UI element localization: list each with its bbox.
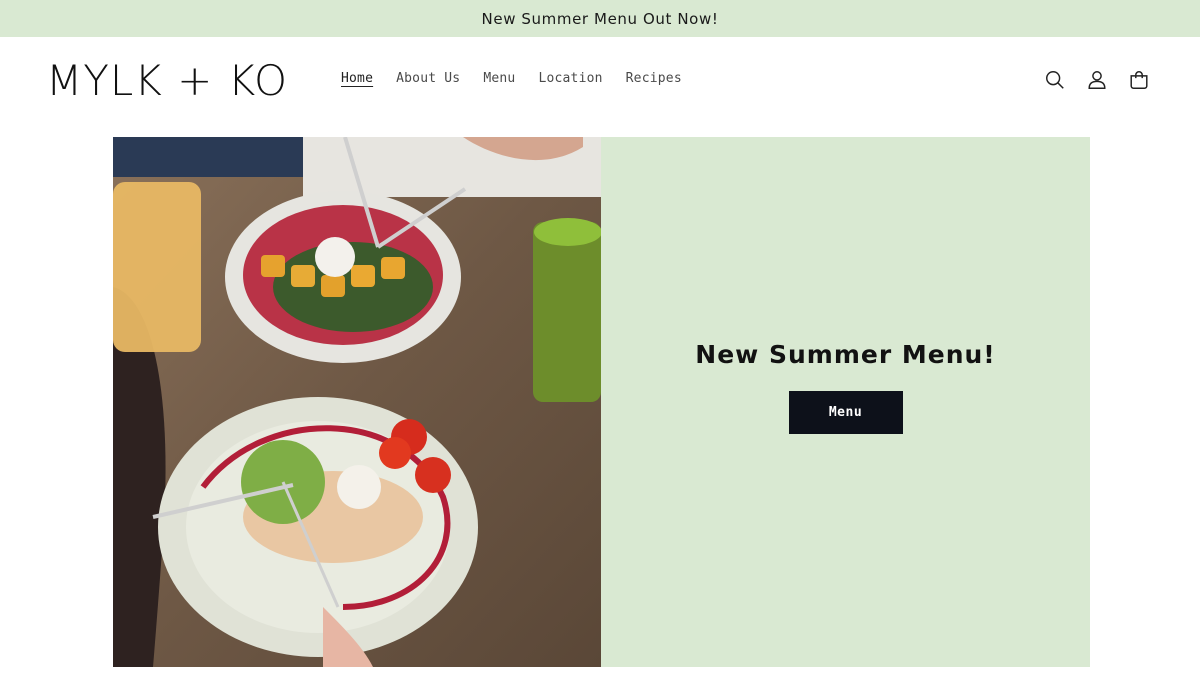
nav-location[interactable]: Location xyxy=(538,71,602,86)
site-header: MYLK + KO Home About Us Menu Location Re… xyxy=(0,37,1200,125)
search-icon[interactable] xyxy=(1044,69,1066,91)
account-icon[interactable] xyxy=(1086,69,1108,91)
logo[interactable]: MYLK + KO xyxy=(46,56,288,106)
menu-button[interactable]: Menu xyxy=(788,391,903,434)
announcement-text: New Summer Menu Out Now! xyxy=(481,9,719,28)
announcement-bar: New Summer Menu Out Now! xyxy=(0,0,1200,37)
hero-banner: New Summer Menu! Menu xyxy=(113,137,1090,667)
hero-title: New Summer Menu! xyxy=(695,340,996,369)
food-photo-illustration xyxy=(113,137,601,667)
hero-food-image xyxy=(113,137,601,667)
nav-recipes[interactable]: Recipes xyxy=(626,71,682,86)
main-nav: Home About Us Menu Location Recipes xyxy=(341,71,705,86)
hero-text-panel: New Summer Menu! Menu xyxy=(601,137,1090,667)
header-icons xyxy=(1044,69,1150,91)
cart-icon[interactable] xyxy=(1128,69,1150,91)
nav-home[interactable]: Home xyxy=(341,71,373,86)
nav-about-us[interactable]: About Us xyxy=(396,71,460,86)
nav-menu[interactable]: Menu xyxy=(483,71,515,86)
